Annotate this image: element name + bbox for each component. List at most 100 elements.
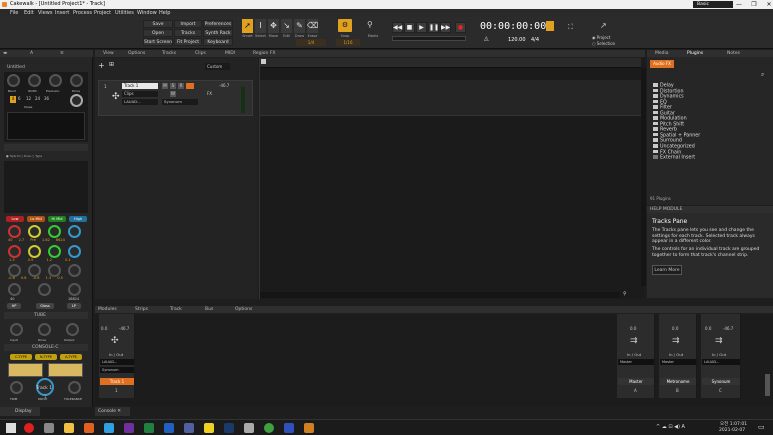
- explorer-icon[interactable]: [64, 423, 74, 433]
- loop-button[interactable]: [546, 21, 554, 31]
- menu-file[interactable]: File: [10, 10, 18, 16]
- fast-forward-button[interactable]: ▶▶: [440, 22, 451, 33]
- bus-output-dropdown[interactable]: LAUAD...: [702, 359, 740, 365]
- metronome-icon[interactable]: ◬: [484, 35, 489, 42]
- snap-grid-dropdown[interactable]: 1/16: [336, 39, 360, 46]
- menu-help[interactable]: Help: [159, 10, 170, 16]
- bus-volume[interactable]: 0.0: [672, 326, 678, 331]
- output-dropdown[interactable]: Synonum: [162, 99, 198, 105]
- windows-start-icon[interactable]: [6, 423, 16, 433]
- tolerance-knob[interactable]: [68, 381, 81, 394]
- menu-modules[interactable]: Modules: [98, 306, 117, 313]
- tab-notes[interactable]: Notes: [727, 50, 740, 57]
- track-lane[interactable]: [260, 80, 641, 116]
- preferences-button[interactable]: Preferences: [203, 20, 233, 28]
- export-icon[interactable]: ↗: [600, 21, 607, 30]
- strip-input-dropdown[interactable]: LAUAD...: [100, 359, 134, 365]
- punch-icon[interactable]: ⛶: [568, 23, 573, 32]
- track-strip[interactable]: 1 ✣ Track 1 M S R -46.7 Clips W FX LAUAD…: [98, 80, 253, 116]
- menu-edit[interactable]: Edit: [24, 10, 34, 16]
- move-tool-button[interactable]: ✥: [268, 19, 279, 33]
- gain-knob[interactable]: [70, 94, 83, 107]
- menu-view[interactable]: View: [103, 50, 114, 57]
- tracks-button[interactable]: Tracks: [174, 29, 202, 37]
- slope-24[interactable]: 24: [35, 96, 40, 101]
- high-band-button[interactable]: High: [69, 216, 87, 222]
- menu-options[interactable]: Options: [128, 50, 145, 57]
- fit-project-button[interactable]: Fit Project: [174, 38, 202, 46]
- position-slider[interactable]: [392, 36, 466, 41]
- app-icon-3[interactable]: [184, 423, 194, 433]
- learn-more-button[interactable]: Learn More: [652, 265, 682, 275]
- notification-icon[interactable]: ▭: [758, 423, 765, 431]
- onenote-icon[interactable]: [124, 423, 134, 433]
- photoshop-icon[interactable]: [224, 423, 234, 433]
- input-dropdown[interactable]: LAUAD...: [122, 99, 158, 105]
- track-color-swatch[interactable]: [186, 83, 194, 89]
- close-button[interactable]: ✕: [758, 0, 773, 9]
- mute-button[interactable]: M: [162, 83, 168, 89]
- add-track-icon[interactable]: +: [98, 61, 105, 70]
- track-volume[interactable]: -46.7: [219, 83, 229, 88]
- strip-name[interactable]: Track 1: [100, 378, 134, 385]
- kakao-icon[interactable]: [204, 423, 214, 433]
- track-options-icon[interactable]: ⊞: [109, 61, 114, 68]
- pause-button[interactable]: ❚❚: [428, 22, 439, 33]
- import-button[interactable]: Import: [174, 20, 202, 28]
- record-arm-button[interactable]: R: [178, 83, 184, 89]
- hp-knob[interactable]: [8, 283, 21, 296]
- marks-icon[interactable]: ⚲: [367, 20, 377, 30]
- low-band-button[interactable]: Low: [6, 216, 24, 222]
- save-button[interactable]: Save: [143, 20, 173, 28]
- synth-rack-button[interactable]: Synth Rack: [203, 29, 233, 37]
- vertical-scrollbar[interactable]: [641, 68, 646, 286]
- hp-button[interactable]: HP: [7, 303, 21, 309]
- keyboard-button[interactable]: Keyboard: [203, 38, 233, 46]
- stop-button[interactable]: ■: [404, 22, 415, 33]
- lp-knob[interactable]: [68, 283, 81, 296]
- inspector-toggle-icon[interactable]: ◂▸: [3, 50, 8, 57]
- himid-band-button[interactable]: Hi Mid: [48, 216, 66, 222]
- project-radio[interactable]: ◉ Project: [592, 35, 610, 40]
- write-button[interactable]: W: [170, 91, 176, 97]
- play-button[interactable]: ▶: [416, 22, 427, 33]
- gloss-knob[interactable]: [38, 283, 51, 296]
- outlook-icon[interactable]: [164, 423, 174, 433]
- task-view-icon[interactable]: [44, 423, 54, 433]
- opera-icon[interactable]: [24, 423, 34, 433]
- menu-region-fx[interactable]: Region FX: [253, 50, 276, 57]
- playhead-marker[interactable]: [261, 59, 266, 64]
- strip-output-dropdown[interactable]: Synonum: [100, 367, 134, 373]
- excel-icon[interactable]: [144, 423, 154, 433]
- menu-project[interactable]: Project: [94, 10, 111, 16]
- select-tool-button[interactable]: I: [255, 19, 266, 33]
- width-knob[interactable]: [28, 74, 41, 87]
- meter-value[interactable]: 4/4: [531, 37, 539, 43]
- gloss-button[interactable]: Gloss: [36, 303, 54, 309]
- menu-console-options[interactable]: Options: [235, 306, 252, 313]
- tree-item[interactable]: Uncategorized: [653, 144, 700, 150]
- bus-name[interactable]: Synonum: [702, 378, 740, 385]
- console-tab[interactable]: Console ✕: [95, 407, 130, 416]
- trim-knob[interactable]: [10, 381, 23, 394]
- timeline-ruler[interactable]: [260, 58, 641, 68]
- menu-insert[interactable]: Insert: [55, 10, 69, 16]
- menu-window[interactable]: Window: [137, 10, 157, 16]
- himid-freq-knob[interactable]: [48, 225, 61, 238]
- menu-utilities[interactable]: Utilities: [115, 10, 134, 16]
- selection-radio[interactable]: ○ Selection: [592, 41, 615, 46]
- menu-strips[interactable]: Strips: [135, 306, 148, 313]
- display-tab[interactable]: Display: [0, 407, 40, 416]
- tree-item[interactable]: External Insert: [653, 155, 700, 161]
- audio-fx-button[interactable]: Audio FX: [650, 60, 674, 68]
- slope-4[interactable]: 4: [10, 96, 16, 103]
- preset-dropdown[interactable]: Basic: [693, 1, 733, 8]
- app-icon-4[interactable]: [244, 423, 254, 433]
- lomid-band-button[interactable]: Lo Mid: [27, 216, 45, 222]
- mode-dropdown[interactable]: 1/4: [296, 39, 326, 46]
- himid-gain-knob[interactable]: [48, 245, 61, 258]
- search-icon[interactable]: ⌕: [761, 71, 764, 79]
- menu-process[interactable]: Process: [73, 10, 92, 16]
- console-scrollbar[interactable]: [765, 374, 770, 396]
- app-icon-2[interactable]: [104, 423, 114, 433]
